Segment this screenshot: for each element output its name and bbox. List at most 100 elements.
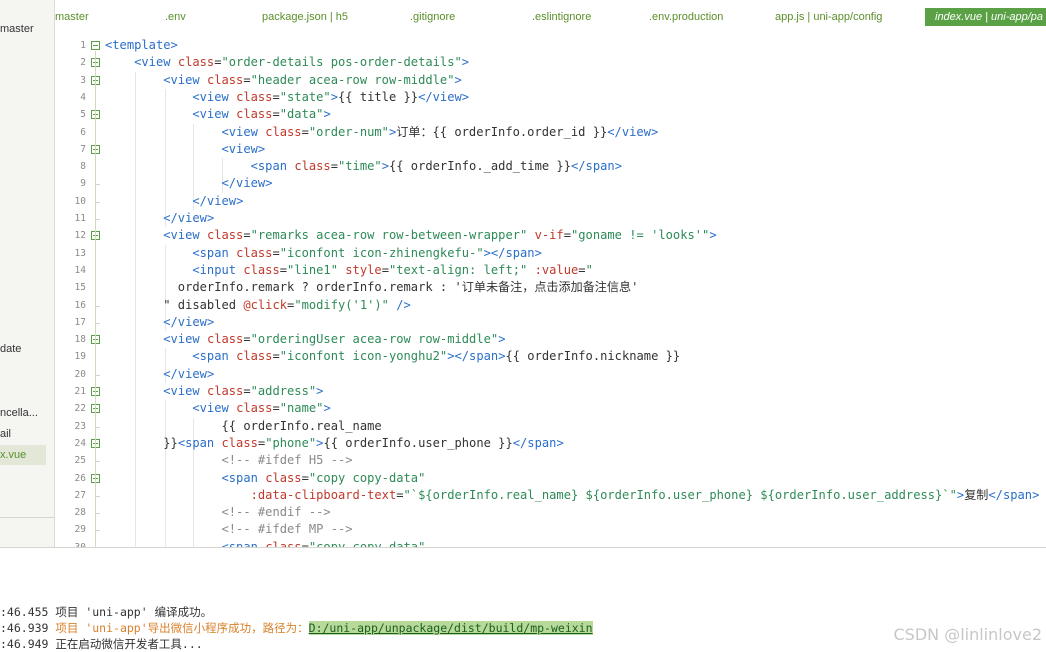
- console-line: :46.949 正在启动微信开发者工具...: [0, 636, 203, 652]
- code-line[interactable]: <template>: [105, 37, 178, 54]
- code-line[interactable]: <input class="line1" style="text-align: …: [105, 262, 592, 279]
- code-line[interactable]: </view>: [105, 175, 273, 192]
- tab-app-js[interactable]: app.js | uni-app/config: [775, 7, 882, 27]
- line-number: 20: [74, 368, 86, 380]
- code-line[interactable]: " disabled @click="modify('1')" />: [105, 297, 411, 314]
- fold-end-marker: [95, 426, 100, 428]
- code-line[interactable]: <view class="state">{{ title }}</view>: [105, 89, 469, 106]
- tab-env[interactable]: .env: [165, 7, 186, 27]
- log-timestamp: :46.939: [0, 621, 49, 635]
- code-line[interactable]: <view class="data">: [105, 106, 330, 123]
- code-line[interactable]: :data-clipboard-text="`${orderInfo.real_…: [105, 487, 1040, 504]
- console-line: :46.455 项目 'uni-app' 编译成功。: [0, 604, 212, 621]
- line-number: 27: [74, 489, 86, 501]
- fold-end-marker: [95, 513, 100, 515]
- line-number: 21: [74, 386, 86, 397]
- line-number: 15: [74, 282, 86, 294]
- fold-range-line: [95, 51, 96, 547]
- code-line[interactable]: orderInfo.remark ? orderInfo.remark : '订…: [105, 279, 639, 296]
- sidebar-item-date[interactable]: date: [0, 339, 46, 359]
- editor-tab-bar: master .env package.json | h5 .gitignore…: [55, 0, 1046, 34]
- console-panel: :46.455 项目 'uni-app' 编译成功。 :46.939 项目 'u…: [0, 547, 1046, 652]
- line-number: 22: [74, 403, 86, 415]
- line-number: 14: [74, 264, 86, 276]
- code-line[interactable]: <span class="time">{{ orderInfo._add_tim…: [105, 158, 622, 175]
- line-number: 10: [74, 195, 86, 207]
- file-explorer-sidebar: master date ncella... ail x.vue: [0, 0, 55, 547]
- line-number: 18: [74, 334, 86, 346]
- code-line[interactable]: <span class="copy copy-data": [105, 539, 426, 547]
- log-message: 正在启动微信开发者工具...: [55, 637, 203, 651]
- fold-end-marker: [95, 461, 100, 463]
- code-line[interactable]: </view>: [105, 366, 214, 383]
- watermark: CSDN @linlinlove2: [893, 625, 1043, 644]
- code-editor[interactable]: 1 2 3 4 5 6 7 8 9 10 11 12 13 14 15 16 17 18 19 20 21 22 23 24 2…: [55, 34, 1046, 547]
- sidebar-item-index-vue[interactable]: x.vue: [0, 445, 46, 465]
- code-line[interactable]: {{ orderInfo.real_name: [105, 418, 381, 435]
- fold-toggle-icon[interactable]: [91, 41, 100, 50]
- code-line[interactable]: </view>: [105, 210, 214, 227]
- code-line[interactable]: <view>: [105, 141, 266, 158]
- code-line[interactable]: <view class="order-details pos-order-det…: [105, 54, 469, 71]
- line-number: 4: [80, 91, 86, 103]
- tab-env-production[interactable]: .env.production: [649, 7, 723, 27]
- tab-master[interactable]: master: [55, 7, 89, 27]
- fold-end-marker: [95, 374, 100, 376]
- line-number: 28: [74, 507, 86, 519]
- line-number: 13: [74, 247, 86, 259]
- output-path-link[interactable]: D:/uni-app/unpackage/dist/build/mp-weixi…: [308, 621, 593, 635]
- line-number: 2: [80, 57, 86, 69]
- line-number: 9: [80, 178, 86, 190]
- tab-package-json[interactable]: package.json | h5: [262, 7, 348, 27]
- log-timestamp: :46.949: [0, 637, 49, 651]
- line-number: 29: [74, 524, 86, 536]
- code-line[interactable]: <view class="header acea-row row-middle"…: [105, 72, 462, 89]
- log-timestamp: :46.455: [0, 605, 49, 619]
- line-number: 17: [74, 316, 86, 328]
- line-number: 3: [80, 74, 86, 86]
- line-number: 19: [74, 351, 86, 363]
- console-line: :46.939 项目 'uni-app'导出微信小程序成功，路径为：D:/uni…: [0, 620, 593, 637]
- sidebar-item-cancellation[interactable]: ncella...: [0, 403, 46, 423]
- line-number: 11: [74, 213, 86, 224]
- tab-gitignore[interactable]: .gitignore: [410, 7, 455, 27]
- sidebar-item-master[interactable]: master: [0, 19, 46, 39]
- code-line[interactable]: <!-- #ifdef MP -->: [105, 521, 352, 538]
- code-line[interactable]: }}<span class="phone">{{ orderInfo.user_…: [105, 435, 563, 452]
- log-message: 项目 'uni-app'导出微信小程序成功，路径为：: [55, 621, 309, 635]
- line-number: 25: [74, 455, 86, 467]
- line-number: 7: [80, 143, 86, 155]
- line-number: 1: [80, 40, 86, 51]
- fold-end-marker: [95, 184, 100, 186]
- line-number: 6: [80, 126, 86, 138]
- line-number: 8: [80, 161, 86, 173]
- sidebar-item-detail[interactable]: ail: [0, 424, 46, 444]
- code-line[interactable]: <!-- #endif -->: [105, 504, 330, 521]
- code-line[interactable]: </view>: [105, 193, 243, 210]
- log-message: 项目 'uni-app' 编译成功。: [55, 605, 213, 619]
- code-line[interactable]: <view class="address">: [105, 383, 323, 400]
- code-line[interactable]: <span class="iconfont icon-zhinengkefu-"…: [105, 245, 542, 262]
- fold-end-marker: [95, 322, 100, 324]
- tab-index-vue[interactable]: index.vue | uni-app/pa: [925, 8, 1046, 26]
- code-line[interactable]: <!-- #ifdef H5 -->: [105, 452, 352, 469]
- fold-end-marker: [95, 305, 100, 307]
- code-line[interactable]: </view>: [105, 314, 214, 331]
- code-line[interactable]: <span class="iconfont icon-yonghu2"></sp…: [105, 348, 680, 365]
- code-line[interactable]: <view class="name">: [105, 400, 330, 417]
- tab-eslintignore[interactable]: .eslintignore: [532, 7, 591, 27]
- fold-end-marker: [95, 530, 100, 532]
- line-number: 30: [55, 539, 86, 547]
- fold-end-marker: [95, 219, 100, 220]
- line-number: 26: [74, 472, 86, 484]
- line-number-gutter: 1 2 3 4 5 6 7 8 9 10 11 12 13 14 15 16 17 18 19 20 21 22 23 24 2…: [55, 34, 105, 547]
- code-line[interactable]: <view class="order-num">订单：{{ orderInfo.…: [105, 124, 659, 141]
- code-line[interactable]: <view class="orderingUser acea-row row-m…: [105, 331, 505, 348]
- sidebar-divider: [0, 517, 54, 518]
- line-number: 23: [74, 420, 86, 432]
- code-line[interactable]: <span class="copy copy-data": [105, 470, 426, 487]
- code-line[interactable]: <view class="remarks acea-row row-betwee…: [105, 227, 716, 244]
- line-number: 16: [74, 299, 86, 311]
- fold-end-marker: [95, 201, 100, 203]
- line-number: 5: [80, 109, 86, 121]
